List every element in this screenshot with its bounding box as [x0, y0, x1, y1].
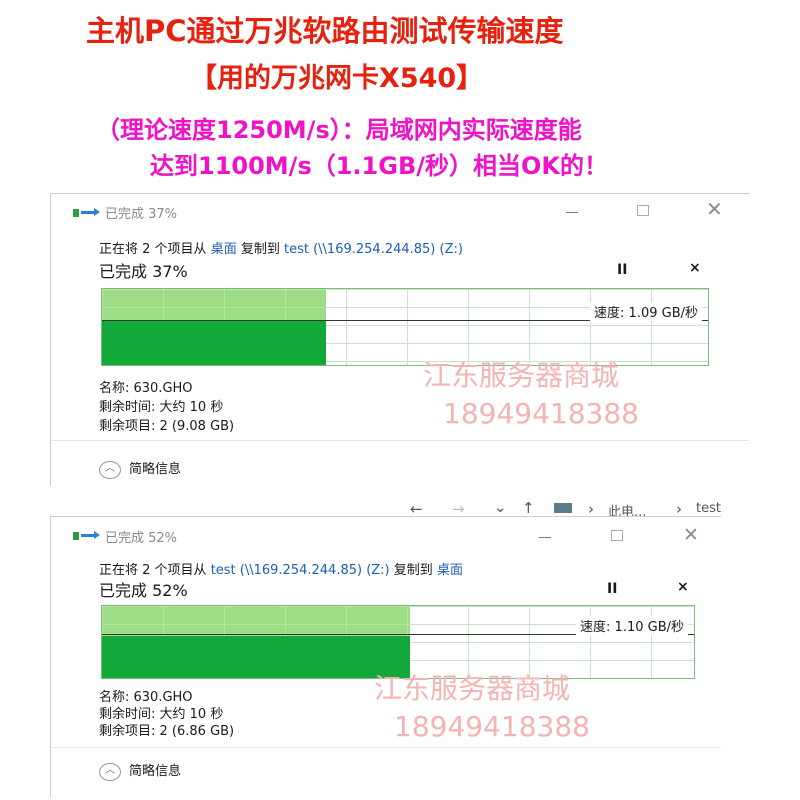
speed-label: 速度: 1.10 GB/秒: [576, 616, 688, 635]
copy-progress-dialog-1: 已完成 37% ✕ 正在将 2 个项目从 桌面 复制到 test (\\169.…: [50, 193, 749, 486]
speed-label: 速度: 1.09 GB/秒: [590, 302, 702, 321]
copy-icon: [73, 206, 100, 220]
progress-text: 已完成 52%: [99, 581, 188, 600]
maximize-button[interactable]: [637, 205, 649, 216]
copy-progress-dialog-2: 已完成 52% ✕ 正在将 2 个项目从 test (\\169.254.244…: [50, 516, 721, 797]
throughput-area: [102, 636, 410, 678]
minimize-button[interactable]: [539, 537, 551, 538]
copy-prefix: 正在将 2 个项目从: [99, 563, 207, 578]
destination-link[interactable]: 桌面: [437, 563, 463, 578]
copy-icon: [73, 529, 100, 543]
cancel-button[interactable]: ×: [677, 579, 689, 595]
pause-button[interactable]: II: [617, 262, 627, 278]
destination-link[interactable]: test (\\169.254.244.85) (Z:): [284, 242, 463, 257]
items-remaining: 剩余项目: 2 (9.08 GB): [99, 419, 235, 434]
file-name: 名称: 630.GHO: [99, 381, 193, 396]
headline-title: 主机PC通过万兆软路由测试传输速度: [86, 14, 564, 48]
divider: [51, 440, 749, 441]
close-window-button[interactable]: ✕: [683, 526, 699, 545]
close-window-button[interactable]: ✕: [706, 199, 723, 219]
source-link[interactable]: test (\\169.254.244.85) (Z:): [211, 563, 390, 578]
copy-description: 正在将 2 个项目从 test (\\169.254.244.85) (Z:) …: [99, 559, 463, 578]
watermark-shop: 江东服务器商城: [423, 359, 620, 392]
headline-note-line1: （理论速度1250M/s）：局域网内实际速度能: [96, 116, 582, 144]
divider: [51, 747, 721, 748]
breadcrumb-test[interactable]: test: [696, 501, 721, 516]
details-label: 简略信息: [129, 764, 182, 779]
chevron-up-icon: ︿: [99, 460, 121, 479]
maximize-button[interactable]: [611, 530, 623, 541]
pause-button[interactable]: II: [607, 581, 617, 597]
window-title: 已完成 52%: [105, 531, 178, 546]
cancel-button[interactable]: ×: [689, 260, 701, 276]
throughput-area: [102, 321, 327, 365]
copy-mid: 复制到: [393, 563, 433, 578]
fewer-details-button[interactable]: ︿ 简略信息: [99, 458, 181, 479]
progress-text: 已完成 37%: [99, 262, 188, 281]
watermark-shop: 江东服务器商城: [374, 672, 571, 705]
items-remaining: 剩余项目: 2 (6.86 GB): [99, 724, 235, 739]
copy-mid: 复制到: [240, 242, 280, 257]
minimize-button[interactable]: [566, 212, 578, 213]
time-remaining: 剩余时间: 大约 10 秒: [99, 400, 224, 415]
chevron-up-icon: ︿: [99, 762, 121, 781]
details-label: 简略信息: [129, 462, 182, 477]
watermark-phone: 18949418388: [443, 397, 639, 430]
fewer-details-button[interactable]: ︿ 简略信息: [99, 760, 181, 781]
watermark-phone: 18949418388: [394, 710, 590, 743]
window-title: 已完成 37%: [105, 207, 178, 222]
network-drive-icon: [554, 503, 572, 513]
headline-subtitle: 【用的万兆网卡X540】: [190, 63, 484, 94]
up-arrow-icon[interactable]: ↑: [522, 499, 535, 517]
headline-note-line2: 达到1100M/s（1.1GB/秒）相当OK的！: [150, 152, 609, 180]
copy-prefix: 正在将 2 个项目从: [99, 242, 207, 257]
copy-description: 正在将 2 个项目从 桌面 复制到 test (\\169.254.244.85…: [99, 238, 463, 257]
recent-dropdown-icon[interactable]: ⌄: [494, 498, 507, 516]
source-link[interactable]: 桌面: [211, 242, 237, 257]
